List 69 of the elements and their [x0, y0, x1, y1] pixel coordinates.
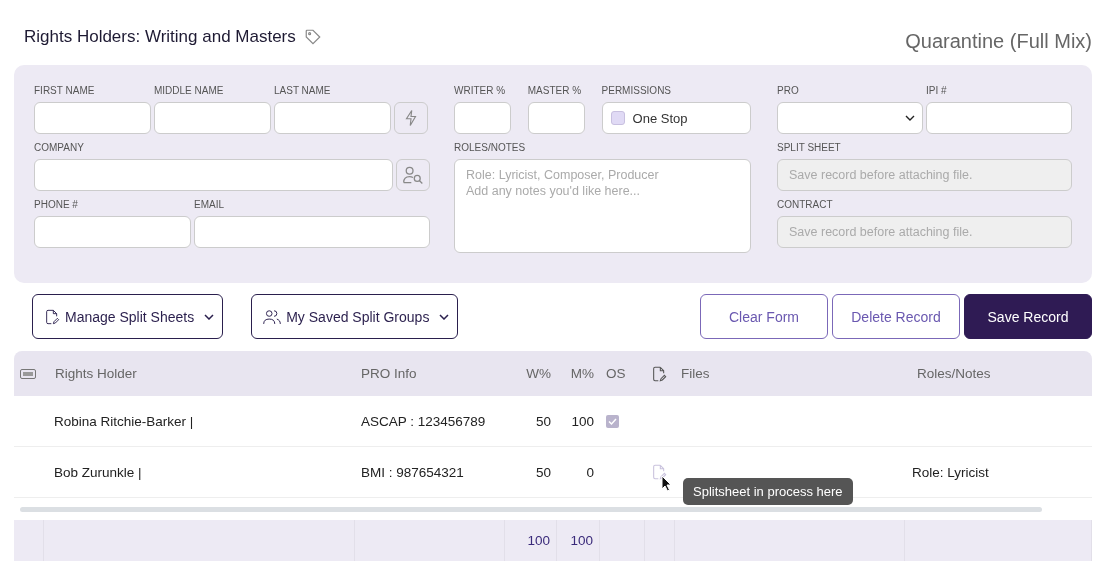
column-header: Rights Holder — [55, 366, 137, 381]
permission-field[interactable]: One Stop — [601, 102, 751, 134]
file-signature-icon[interactable] — [651, 464, 667, 480]
column-header: Roles/Notes — [917, 366, 991, 381]
table-cell: ASCAP : 123456789 — [361, 413, 486, 429]
field-label: EMAIL — [194, 199, 225, 211]
input-field[interactable] — [926, 102, 1072, 134]
person-search-icon — [402, 165, 424, 185]
column-header: Files — [681, 366, 710, 381]
placeholder-text: Add any notes you'd like here... — [466, 184, 641, 198]
field-label: IPI # — [926, 85, 948, 97]
input-field[interactable] — [34, 159, 393, 191]
people-icon — [263, 308, 282, 325]
table-cell: 50 — [535, 464, 551, 480]
field-label: MASTER % — [527, 85, 583, 97]
field-label: LAST NAME — [274, 85, 332, 97]
section-title: Rights Holders: Writing and Masters — [24, 27, 296, 47]
input-field[interactable] — [274, 102, 391, 134]
pro-select[interactable] — [777, 102, 923, 134]
table-cell: Robina Ritchie-Barker | — [54, 413, 194, 429]
placeholder-text: Role: Lyricist, Composer, Producer — [466, 168, 659, 182]
field-label: WRITER % — [454, 85, 507, 97]
table-cell: BMI : 987654321 — [361, 464, 464, 480]
file-signature-icon — [44, 308, 60, 325]
action-button[interactable]: Delete Record — [832, 294, 960, 339]
field-label: CONTRACT — [777, 199, 834, 211]
file-signature-icon — [651, 365, 667, 382]
field-label: PERMISSIONS — [601, 85, 673, 97]
field-label: MIDDLE NAME — [154, 85, 225, 97]
column-header: W% — [526, 366, 551, 381]
action-button[interactable]: Clear Form — [700, 294, 828, 339]
field-label: SPLIT SHEET — [777, 142, 842, 154]
total-value: 100 — [527, 533, 550, 548]
pro-badge-icon — [20, 368, 36, 379]
chevron-down-icon — [439, 313, 450, 320]
total-value: 100 — [570, 533, 593, 548]
input-field[interactable] — [194, 216, 430, 248]
input-field[interactable] — [34, 216, 191, 248]
column-header: OS — [606, 366, 626, 381]
table-cell: 0 — [586, 464, 594, 480]
column-header: PRO Info — [361, 366, 417, 381]
table-cell: 100 — [571, 413, 594, 429]
cursor-icon — [661, 475, 672, 492]
action-button[interactable]: Save Record — [964, 294, 1092, 339]
autofill-button[interactable] — [394, 102, 428, 134]
table-cell: Role: Lyricist — [912, 464, 989, 480]
field-label: COMPANY — [34, 142, 85, 154]
table-cell: Bob Zurunkle | — [54, 464, 142, 480]
input-field[interactable] — [154, 102, 271, 134]
chevron-down-icon — [905, 115, 915, 121]
field-label: PRO — [777, 85, 800, 97]
field-label: FIRST NAME — [34, 85, 96, 97]
field-label: ROLES/NOTES — [454, 142, 527, 154]
tag-icon — [303, 28, 322, 46]
contact-search-button[interactable] — [396, 159, 430, 191]
checkbox[interactable] — [610, 111, 625, 125]
checkbox-label: One Stop — [632, 110, 688, 126]
tooltip: Splitsheet in process here — [683, 478, 853, 505]
scrollbar[interactable] — [20, 507, 1042, 512]
song-title: Quarantine (Full Mix) — [905, 30, 1092, 53]
chevron-down-icon — [204, 313, 215, 320]
column-header: M% — [570, 366, 594, 381]
input-field[interactable] — [34, 102, 151, 134]
dropdown-button[interactable]: My Saved Split Groups — [251, 294, 459, 339]
input-field[interactable] — [454, 102, 511, 134]
table-cell: 50 — [535, 413, 551, 429]
input-field[interactable] — [527, 102, 585, 134]
dropdown-button[interactable]: Manage Split Sheets — [32, 294, 224, 339]
field-label: PHONE # — [34, 199, 79, 211]
